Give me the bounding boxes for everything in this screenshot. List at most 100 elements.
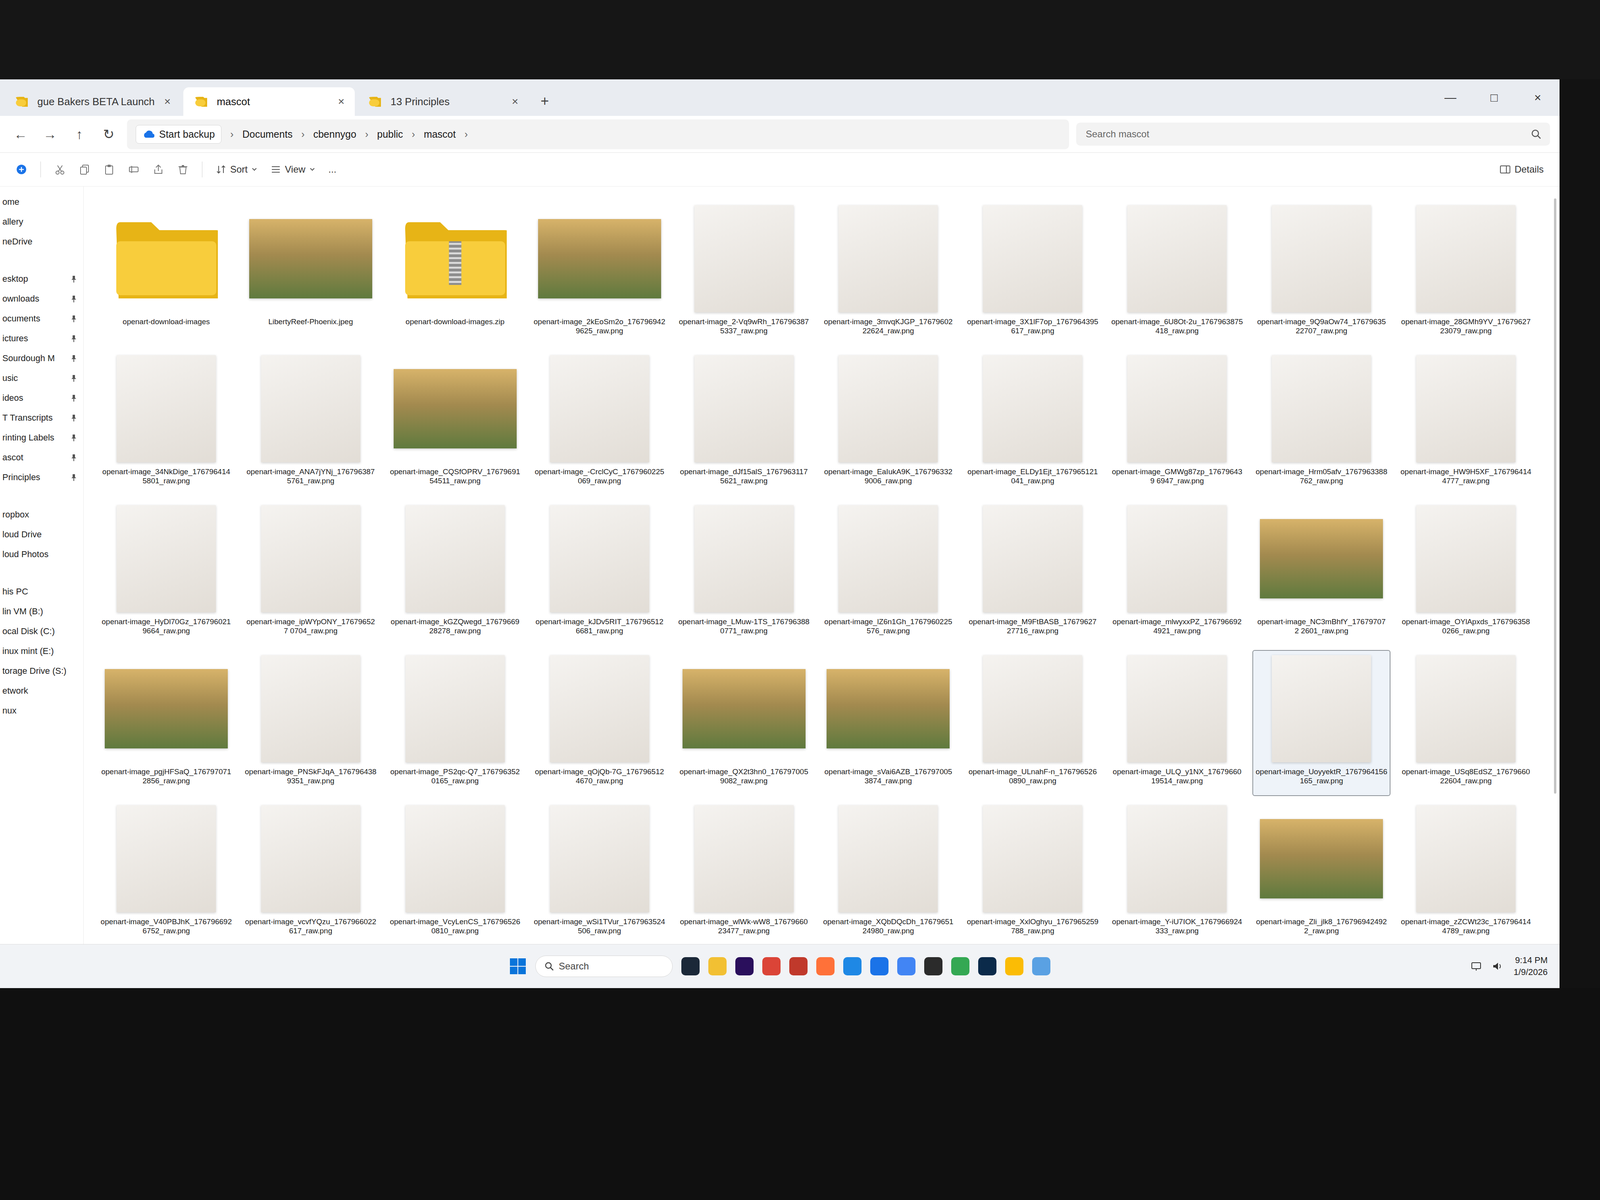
sidebar-item[interactable]: neDrive <box>0 231 84 252</box>
view-button[interactable]: View <box>270 163 316 175</box>
file-name[interactable]: openart-image_9Q9aOw74_1767963522707_raw… <box>1255 317 1388 336</box>
photoshop-icon[interactable] <box>978 957 997 976</box>
file-item[interactable]: openart-image_ELDy1Ejt_1767965121041_raw… <box>963 350 1102 497</box>
file-item[interactable]: openart-image_Hrm05afv_1767963388762_raw… <box>1252 350 1391 497</box>
file-thumbnail[interactable] <box>1255 653 1388 765</box>
sort-label[interactable]: Sort <box>230 163 248 175</box>
sidebar-item[interactable]: torage Drive (S:) <box>0 661 84 681</box>
more-button[interactable]: ... <box>328 163 337 175</box>
sidebar-item[interactable]: ropbox <box>0 504 84 525</box>
file-thumbnail[interactable] <box>678 803 810 915</box>
cut-icon[interactable] <box>54 163 66 175</box>
sidebar-label[interactable]: ropbox <box>2 509 29 520</box>
file-item[interactable]: openart-image_pgjHFSaQ_1767970712856_raw… <box>97 650 236 797</box>
sidebar-label[interactable]: usic <box>2 373 18 384</box>
file-name[interactable]: openart-image_wlWk-wW8_1767966023477_raw… <box>678 917 810 936</box>
clock[interactable]: 9:14 PM1/9/2026 <box>1513 955 1548 978</box>
file-name[interactable]: openart-image_PS2qc-Q7_1767963520165_raw… <box>389 767 522 786</box>
chrome-icon[interactable] <box>897 957 916 976</box>
sidebar-label[interactable]: allery <box>2 216 24 227</box>
file-name[interactable]: openart-image_2kEoSm2o_1767969429625_raw… <box>533 317 666 336</box>
file-item[interactable]: openart-image_ipWYpONY_176796527 0704_ra… <box>241 500 380 647</box>
file-name[interactable]: openart-download-images.zip <box>389 317 522 327</box>
tab[interactable]: mascot× <box>183 87 355 116</box>
sidebar-item[interactable]: T Transcripts <box>0 407 84 428</box>
file-item[interactable]: openart-image_qOjQb-7G_1767965124670_raw… <box>530 650 669 797</box>
sidebar-item[interactable]: ocuments <box>0 308 84 329</box>
file-thumbnail[interactable] <box>1400 803 1532 915</box>
file-thumbnail[interactable] <box>1111 503 1243 615</box>
file-name[interactable]: openart-image_-CrclCyC_1767960225069_raw… <box>533 467 666 486</box>
steam-icon[interactable] <box>681 957 700 976</box>
file-thumbnail[interactable] <box>389 653 522 765</box>
file-item[interactable]: openart-image_V40PBJhK_1767966926752_raw… <box>97 800 236 947</box>
file-thumbnail[interactable] <box>1255 503 1388 615</box>
sidebar-label[interactable]: lin VM (B:) <box>2 606 44 617</box>
file-item[interactable]: openart-image_zZCWt23c_1767964144789_raw… <box>1396 800 1535 947</box>
file-thumbnail[interactable] <box>1400 353 1532 465</box>
file-name[interactable]: openart-image_NC3mBhfY_176797072 2601_ra… <box>1255 617 1388 636</box>
copy-icon[interactable] <box>78 163 91 175</box>
sidebar-label[interactable]: ascot <box>2 452 24 463</box>
sidebar-item[interactable]: loud Drive <box>0 524 84 545</box>
breadcrumb[interactable]: mascot <box>423 128 456 141</box>
file-name[interactable]: openart-image_PNSkFJqA_1767964389351_raw… <box>244 767 377 786</box>
file-item[interactable]: openart-image_OYlApxds_1767963580266_raw… <box>1396 500 1535 647</box>
file-item[interactable]: openart-image_vcvfYQzu_1767966022617_raw… <box>241 800 380 947</box>
file-item[interactable]: openart-image_28GMh9YV_1767962723079_raw… <box>1396 200 1535 347</box>
network-icon[interactable] <box>1470 961 1482 972</box>
file-item[interactable]: openart-image_2kEoSm2o_1767969429625_raw… <box>530 200 669 347</box>
minimize-button[interactable]: — <box>1428 79 1473 116</box>
file-thumbnail[interactable] <box>244 203 377 315</box>
file-thumbnail[interactable] <box>1255 803 1388 915</box>
speaker-icon[interactable] <box>1492 961 1504 972</box>
search-input[interactable] <box>1084 128 1527 141</box>
sidebar-label[interactable]: nux <box>2 705 17 716</box>
file-name[interactable]: openart-image_34NkDige_1767964145801_raw… <box>100 467 233 486</box>
details-button[interactable]: Details <box>1499 163 1544 175</box>
file-name[interactable]: openart-image_Hrm05afv_1767963388762_raw… <box>1255 467 1388 486</box>
breadcrumb[interactable]: public <box>376 128 403 141</box>
breadcrumb[interactable]: cbennygo <box>313 128 356 141</box>
windows-start-icon[interactable] <box>509 957 527 975</box>
file-name[interactable]: openart-image_Zli_jlk8_1767969424922_raw… <box>1255 917 1388 936</box>
file-name[interactable]: openart-image_ELDy1Ejt_1767965121041_raw… <box>966 467 1099 486</box>
sidebar-item[interactable]: ome <box>0 192 84 212</box>
file-item[interactable]: openart-image_ANA7jYNj_1767963875761_raw… <box>241 350 380 497</box>
file-thumbnail[interactable] <box>244 653 377 765</box>
file-thumbnail[interactable] <box>822 653 954 765</box>
sidebar-label[interactable]: loud Photos <box>2 549 49 560</box>
file-item[interactable]: openart-image_EaIukA9K_1767963329006_raw… <box>819 350 958 497</box>
file-thumbnail[interactable] <box>533 653 666 765</box>
file-thumbnail[interactable] <box>822 503 954 615</box>
file-thumbnail[interactable] <box>678 203 810 315</box>
sidebar-label[interactable]: ideos <box>2 392 24 404</box>
sidebar-label[interactable]: inux mint (E:) <box>2 646 54 657</box>
file-name[interactable]: openart-image_XxlOghyu_1767965259788_raw… <box>966 917 1099 936</box>
sidebar-item[interactable]: lin VM (B:) <box>0 601 84 622</box>
file-thumbnail[interactable] <box>678 503 810 615</box>
file-name[interactable]: openart-image_UoyyektR_1767964156165_raw… <box>1255 767 1388 786</box>
details-label[interactable]: Details <box>1514 163 1544 175</box>
file-item[interactable]: openart-image_VcyLenCS_1767965260810_raw… <box>386 800 525 947</box>
sidebar-label[interactable]: etwork <box>2 685 29 697</box>
tab-close-button[interactable]: × <box>164 95 171 108</box>
file-item[interactable]: openart-image_9Q9aOw74_1767963522707_raw… <box>1252 200 1391 347</box>
search-box[interactable] <box>1076 122 1550 146</box>
file-item[interactable]: openart-image_QX2t3hn0_1767970059082_raw… <box>675 650 814 797</box>
taskbar-search[interactable]: Search <box>535 955 673 977</box>
sidebar-label[interactable]: his PC <box>2 586 29 597</box>
file-name[interactable]: openart-image_Y-iU7IOK_1767966924333_raw… <box>1111 917 1243 936</box>
file-thumbnail[interactable] <box>533 353 666 465</box>
view-label[interactable]: View <box>284 163 306 175</box>
chrome-icon[interactable] <box>762 957 781 976</box>
file-thumbnail[interactable] <box>100 803 233 915</box>
file-name[interactable]: openart-image_lZ6n1Gh_1767960225576_raw.… <box>822 617 954 636</box>
file-name[interactable]: openart-image_28GMh9YV_1767962723079_raw… <box>1400 317 1532 336</box>
taskbar-search-label[interactable]: Search <box>558 960 589 972</box>
sidebar-label[interactable]: ome <box>2 196 20 208</box>
file-name[interactable]: openart-image_M9FtBASB_1767962727716_raw… <box>966 617 1099 636</box>
vscode-icon[interactable] <box>843 957 862 976</box>
sidebar-item[interactable]: ocal Disk (C:) <box>0 621 84 642</box>
file-item[interactable]: openart-image_LMuw-1TS_1767963880771_raw… <box>675 500 814 647</box>
